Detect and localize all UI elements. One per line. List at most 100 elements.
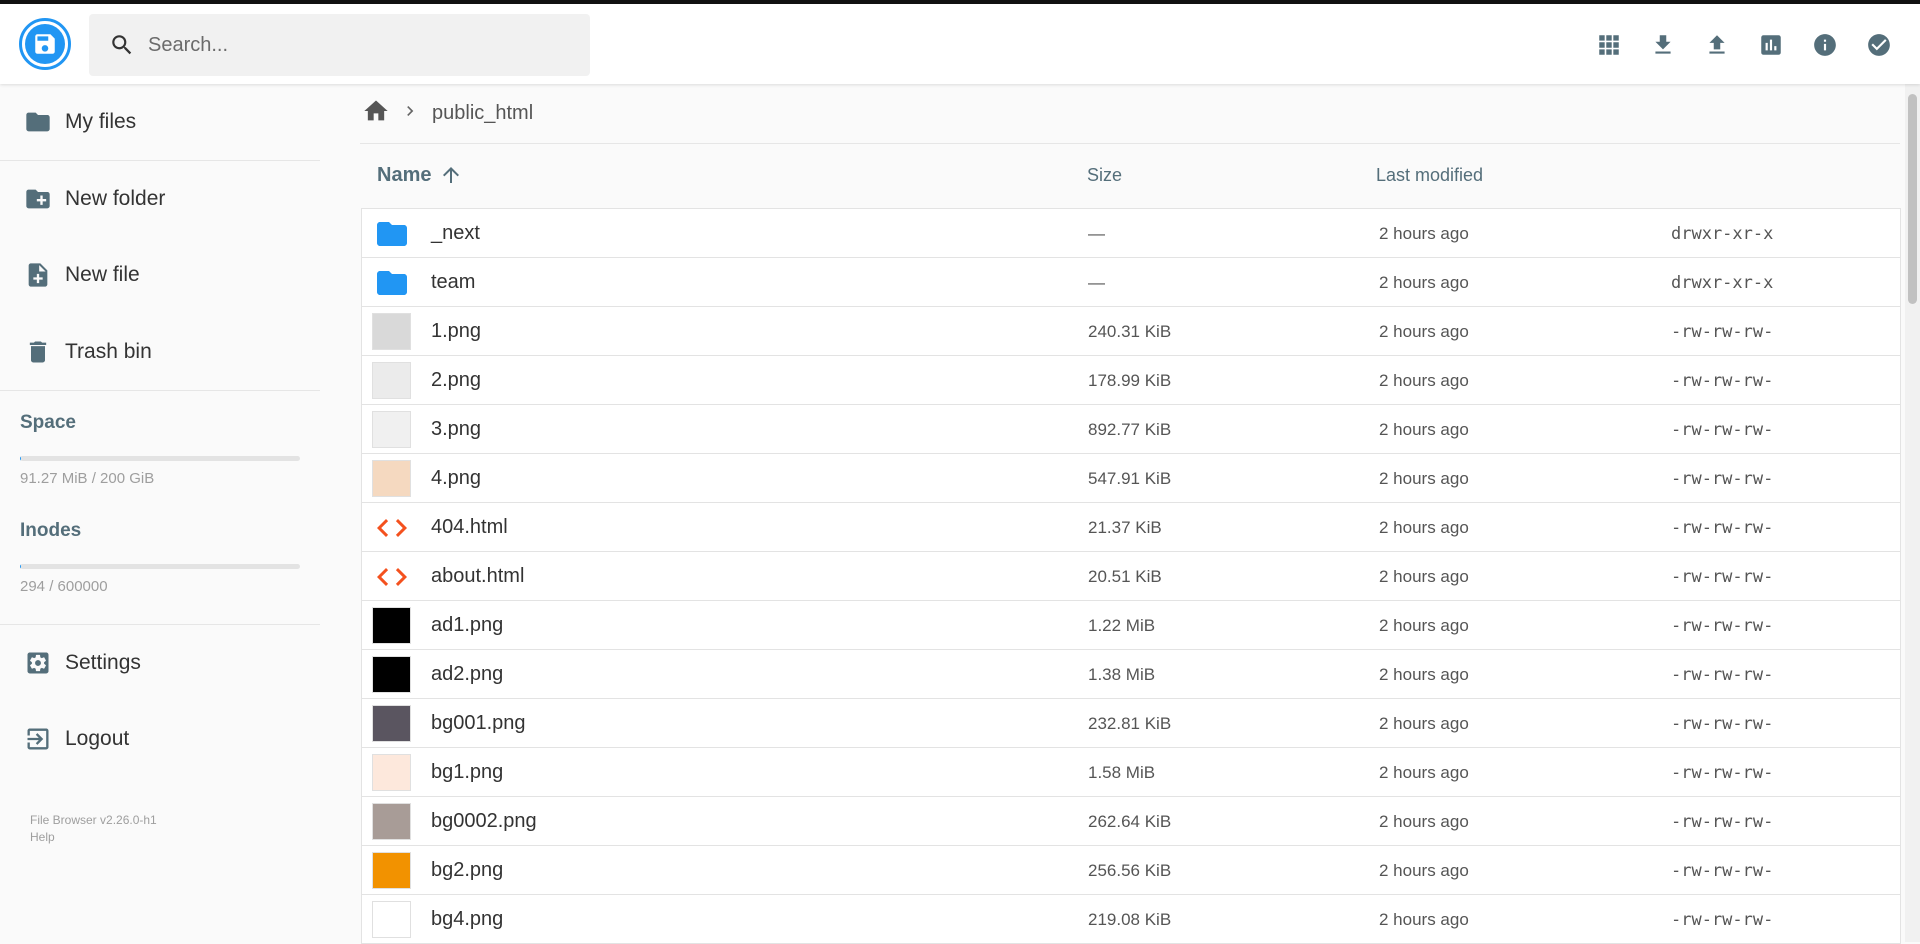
file-size: 262.64 KiB — [1088, 812, 1171, 832]
code-file-icon — [372, 509, 411, 546]
divider — [0, 390, 320, 391]
file-name: bg1.png — [431, 761, 503, 784]
table-row[interactable]: _next—2 hours agodrwxr-xr-x — [361, 209, 1901, 258]
file-modified: 2 hours ago — [1379, 420, 1469, 440]
chevron-right-icon — [400, 101, 420, 126]
download-button[interactable] — [1636, 26, 1690, 68]
file-size: — — [1088, 273, 1105, 293]
folder-icon — [372, 264, 411, 301]
search-box[interactable] — [89, 14, 590, 76]
logout-icon — [24, 725, 52, 753]
table-row[interactable]: bg001.png232.81 KiB2 hours ago-rw-rw-rw- — [361, 699, 1901, 748]
file-name: 1.png — [431, 320, 481, 343]
sidebar-item-my-files[interactable]: My files — [0, 84, 320, 160]
folder-icon — [372, 215, 411, 252]
file-modified: 2 hours ago — [1379, 518, 1469, 538]
file-size: 547.91 KiB — [1088, 469, 1171, 489]
scrollbar-thumb[interactable] — [1908, 94, 1917, 304]
list-header: Name Size Last modified — [361, 148, 1901, 208]
image-thumbnail — [372, 362, 411, 399]
file-permissions: -rw-rw-rw- — [1671, 861, 1773, 881]
info-button[interactable] — [1798, 26, 1852, 68]
file-permissions: -rw-rw-rw- — [1671, 714, 1773, 734]
help-link[interactable]: Help — [30, 829, 157, 846]
code-file-icon — [372, 558, 411, 595]
file-permissions: -rw-rw-rw- — [1671, 371, 1773, 391]
sidebar-item-label: New folder — [65, 187, 165, 211]
image-thumbnail — [372, 607, 411, 644]
table-row[interactable]: ad2.png1.38 MiB2 hours ago-rw-rw-rw- — [361, 650, 1901, 699]
file-name: about.html — [431, 565, 524, 588]
file-name: ad1.png — [431, 614, 503, 637]
file-permissions: -rw-rw-rw- — [1671, 665, 1773, 685]
file-browser-logo[interactable] — [19, 18, 71, 70]
sidebar-item-logout[interactable]: Logout — [0, 701, 320, 777]
breadcrumb-current[interactable]: public_html — [432, 102, 533, 125]
table-row[interactable]: 2.png178.99 KiB2 hours ago-rw-rw-rw- — [361, 356, 1901, 405]
gear-icon — [24, 649, 52, 677]
file-size: 232.81 KiB — [1088, 714, 1171, 734]
file-size: 21.37 KiB — [1088, 518, 1162, 538]
table-row[interactable]: 404.html21.37 KiB2 hours ago-rw-rw-rw- — [361, 503, 1901, 552]
file-size: 892.77 KiB — [1088, 420, 1171, 440]
table-row[interactable]: ad1.png1.22 MiB2 hours ago-rw-rw-rw- — [361, 601, 1901, 650]
table-row[interactable]: bg4.png219.08 KiB2 hours ago-rw-rw-rw- — [361, 895, 1901, 944]
table-row[interactable]: bg1.png 1.58 MiB 2 hours ago -rw-rw-rw- — [361, 748, 1901, 797]
divider — [360, 143, 1900, 144]
grid-view-button[interactable] — [1582, 26, 1636, 68]
table-row[interactable]: bg0002.png262.64 KiB2 hours ago-rw-rw-rw… — [361, 797, 1901, 846]
file-modified: 2 hours ago — [1379, 763, 1469, 783]
column-header-name-label: Name — [377, 164, 431, 187]
upload-button[interactable] — [1690, 26, 1744, 68]
image-thumbnail — [372, 411, 411, 448]
file-modified: 2 hours ago — [1379, 861, 1469, 881]
sidebar: My files New folder New file Trash bin S… — [0, 84, 320, 942]
search-input[interactable] — [148, 34, 548, 57]
file-modified: 2 hours ago — [1379, 665, 1469, 685]
sidebar-item-settings[interactable]: Settings — [0, 625, 320, 701]
inodes-title: Inodes — [20, 520, 81, 542]
file-name: 4.png — [431, 467, 481, 490]
top-bar — [0, 0, 1920, 84]
folder-plus-icon — [24, 185, 52, 213]
file-modified: 2 hours ago — [1379, 910, 1469, 930]
file-name: bg001.png — [431, 712, 526, 735]
sidebar-item-trash-bin[interactable]: Trash bin — [0, 314, 320, 390]
select-multiple-button[interactable] — [1852, 26, 1906, 68]
file-size: 1.58 MiB — [1088, 763, 1155, 783]
image-thumbnail — [372, 656, 411, 693]
file-permissions: -rw-rw-rw- — [1671, 763, 1773, 783]
file-name: 3.png — [431, 418, 481, 441]
table-row[interactable]: 3.png892.77 KiB2 hours ago-rw-rw-rw- — [361, 405, 1901, 454]
column-header-name[interactable]: Name — [377, 163, 463, 187]
table-row[interactable]: 4.png547.91 KiB2 hours ago-rw-rw-rw- — [361, 454, 1901, 503]
download-icon — [1650, 32, 1676, 63]
sidebar-item-new-file[interactable]: New file — [0, 237, 320, 313]
image-thumbnail — [372, 460, 411, 497]
file-name: bg4.png — [431, 908, 503, 931]
table-row[interactable]: bg2.png 256.56 KiB 2 hours ago -rw-rw-rw- — [361, 846, 1901, 895]
file-modified: 2 hours ago — [1379, 469, 1469, 489]
file-permissions: -rw-rw-rw- — [1671, 518, 1773, 538]
file-name: bg2.png — [431, 859, 503, 882]
file-size: 256.56 KiB — [1088, 861, 1171, 881]
table-row[interactable]: 1.png240.31 KiB2 hours ago-rw-rw-rw- — [361, 307, 1901, 356]
space-title: Space — [20, 412, 76, 434]
file-size: 178.99 KiB — [1088, 371, 1171, 391]
column-header-size[interactable]: Size — [1087, 165, 1122, 186]
upload-icon — [1704, 32, 1730, 63]
file-modified: 2 hours ago — [1379, 616, 1469, 636]
table-row[interactable]: team—2 hours agodrwxr-xr-x — [361, 258, 1901, 307]
select-icon — [1866, 32, 1892, 63]
column-header-last-modified[interactable]: Last modified — [1376, 165, 1483, 186]
table-row[interactable]: about.html20.51 KiB2 hours ago-rw-rw-rw- — [361, 552, 1901, 601]
usage-chart-button[interactable] — [1744, 26, 1798, 68]
image-thumbnail — [372, 901, 411, 938]
file-permissions: -rw-rw-rw- — [1671, 567, 1773, 587]
home-icon[interactable] — [362, 97, 390, 130]
scrollbar[interactable] — [1905, 84, 1920, 942]
sidebar-item-new-folder[interactable]: New folder — [0, 161, 320, 237]
inodes-usage-text: 294 / 600000 — [20, 578, 108, 595]
file-modified: 2 hours ago — [1379, 371, 1469, 391]
file-size: 1.38 MiB — [1088, 665, 1155, 685]
